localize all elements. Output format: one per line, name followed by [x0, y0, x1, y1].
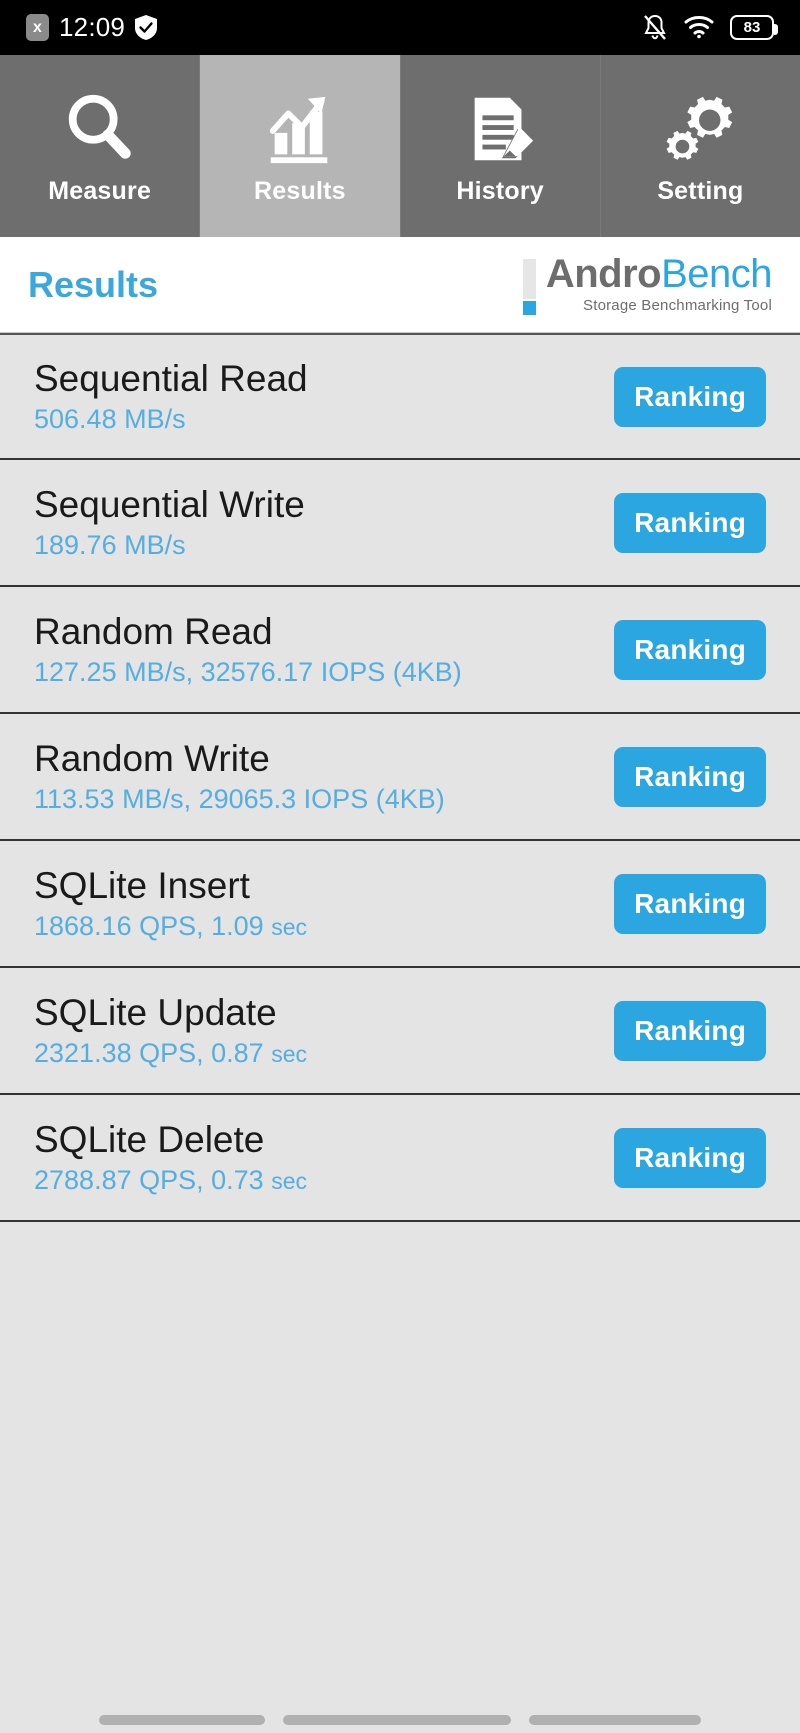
table-row[interactable]: Sequential Read 506.48 MB/s Ranking	[0, 333, 800, 460]
shield-check-icon	[135, 15, 158, 40]
nav-hint-back[interactable]	[99, 1715, 265, 1725]
status-bar-clock: 12:09	[59, 12, 126, 42]
result-name: Random Read	[34, 610, 273, 652]
tab-measure-label: Measure	[48, 176, 152, 205]
main-tab-bar: Measure Results History Setting	[0, 55, 800, 237]
table-row[interactable]: SQLite Insert 1868.16 QPS, 1.09 sec Rank…	[0, 841, 800, 968]
row-texts: Sequential Write 189.76 MB/s	[34, 483, 305, 560]
table-row[interactable]: Random Read 127.25 MB/s, 32576.17 IOPS (…	[0, 587, 800, 714]
row-texts: Sequential Read 506.48 MB/s	[34, 357, 308, 434]
table-row[interactable]: Sequential Write 189.76 MB/s Ranking	[0, 460, 800, 587]
gears-icon	[661, 87, 739, 171]
tab-setting-label: Setting	[657, 176, 744, 205]
nav-hint-home[interactable]	[283, 1715, 511, 1725]
status-bar: x 12:09 83	[0, 0, 800, 55]
result-value: 2321.38 QPS, 0.87 sec	[34, 1037, 307, 1068]
result-name: Random Write	[34, 737, 270, 779]
ranking-button[interactable]: Ranking	[614, 1127, 766, 1188]
result-name: SQLite Delete	[34, 1118, 265, 1160]
result-name: Sequential Write	[34, 483, 305, 525]
logo-bench: Bench	[661, 251, 772, 296]
table-row[interactable]: SQLite Update 2321.38 QPS, 0.87 sec Rank…	[0, 968, 800, 1095]
bell-muted-icon	[642, 14, 668, 42]
ranking-button[interactable]: Ranking	[614, 746, 766, 807]
logo-andro: Andro	[545, 251, 662, 296]
result-value: 127.25 MB/s, 32576.17 IOPS (4KB)	[34, 656, 462, 687]
bar-chart-icon	[261, 87, 339, 171]
status-bar-right: 83	[642, 14, 778, 42]
result-name: Sequential Read	[34, 357, 308, 399]
result-value: 1868.16 QPS, 1.09 sec	[34, 910, 307, 941]
page-title: Results	[28, 263, 159, 305]
tab-measure[interactable]: Measure	[0, 55, 201, 237]
page-header: Results AndroBench Storage Benchmarking …	[0, 237, 800, 333]
logo-bar-accent	[522, 258, 536, 315]
tab-results-label: Results	[254, 176, 346, 205]
tab-history[interactable]: History	[400, 55, 601, 237]
ranking-button[interactable]: Ranking	[614, 366, 766, 427]
results-list: Sequential Read 506.48 MB/s Ranking Sequ…	[0, 333, 800, 1222]
ranking-button[interactable]: Ranking	[614, 619, 766, 680]
row-texts: SQLite Delete 2788.87 QPS, 0.73 sec	[34, 1118, 307, 1195]
app-screen: x 12:09 83 Measure Results History Setti…	[0, 0, 800, 1733]
battery-icon: 83	[730, 15, 778, 40]
battery-level-label: 83	[743, 19, 761, 36]
ranking-button[interactable]: Ranking	[614, 492, 766, 553]
status-bar-left: x 12:09	[26, 12, 158, 43]
nav-hint-recents[interactable]	[529, 1715, 701, 1725]
result-value: 2788.87 QPS, 0.73 sec	[34, 1164, 307, 1195]
result-value: 113.53 MB/s, 29065.3 IOPS (4KB)	[34, 783, 445, 814]
row-texts: SQLite Insert 1868.16 QPS, 1.09 sec	[34, 864, 307, 941]
logo-text: AndroBench Storage Benchmarking Tool	[545, 251, 773, 314]
row-texts: Random Read 127.25 MB/s, 32576.17 IOPS (…	[34, 610, 462, 687]
result-value: 506.48 MB/s	[34, 403, 186, 434]
magnifier-icon	[61, 87, 139, 171]
table-row[interactable]: SQLite Delete 2788.87 QPS, 0.73 sec Rank…	[0, 1095, 800, 1222]
row-texts: Random Write 113.53 MB/s, 29065.3 IOPS (…	[34, 737, 445, 814]
row-texts: SQLite Update 2321.38 QPS, 0.87 sec	[34, 991, 307, 1068]
result-name: SQLite Update	[34, 991, 277, 1033]
ranking-button[interactable]: Ranking	[614, 873, 766, 934]
tab-results[interactable]: Results	[200, 55, 401, 237]
wifi-icon	[684, 15, 714, 41]
ranking-button[interactable]: Ranking	[614, 1000, 766, 1061]
system-navigation-bar	[0, 1707, 800, 1733]
androbench-logo: AndroBench Storage Benchmarking Tool	[522, 251, 773, 315]
close-badge-icon: x	[26, 14, 49, 41]
logo-tagline: Storage Benchmarking Tool	[583, 296, 772, 314]
tab-setting[interactable]: Setting	[600, 55, 800, 237]
table-row[interactable]: Random Write 113.53 MB/s, 29065.3 IOPS (…	[0, 714, 800, 841]
tab-history-label: History	[456, 176, 544, 205]
result-value: 189.76 MB/s	[34, 529, 186, 560]
result-name: SQLite Insert	[34, 864, 250, 906]
logo-wordmark: AndroBench	[545, 251, 773, 296]
document-pencil-icon	[461, 87, 539, 171]
